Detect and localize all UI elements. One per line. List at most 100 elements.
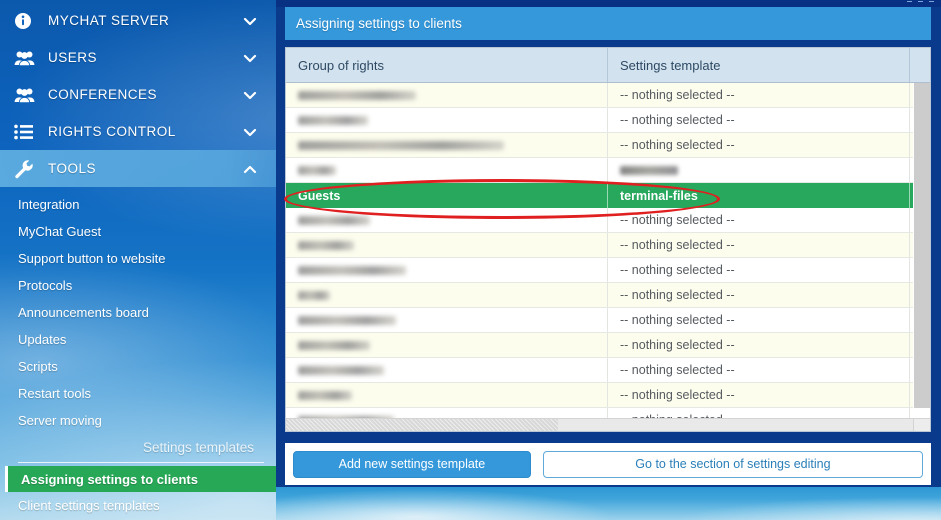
sidebar: MYCHAT SERVER USERS CONFERENCES RIGHTS C…	[0, 0, 276, 520]
sidebar-subitem-label: Announcements board	[18, 305, 149, 320]
sidebar-item-mychat-server[interactable]: MYCHAT SERVER	[0, 2, 276, 39]
table-row[interactable]: -- nothing selected --	[286, 333, 930, 358]
maximize-icon[interactable]	[918, 1, 923, 2]
sidebar-subitem-client-settings-templates[interactable]: Client settings templates	[0, 492, 276, 519]
column-header-settings-template[interactable]: Settings template	[608, 48, 910, 82]
cell-settings-template[interactable]: -- nothing selected --	[608, 233, 910, 257]
column-header-empty[interactable]	[910, 48, 930, 82]
window-controls[interactable]	[907, 1, 934, 2]
cell-settings-template[interactable]: -- nothing selected --	[608, 133, 910, 157]
sidebar-subitem-server-moving[interactable]: Server moving	[0, 407, 276, 434]
sidebar-subitem-label: Protocols	[18, 278, 73, 293]
table-row[interactable]	[286, 158, 930, 183]
users-group-icon	[14, 48, 38, 68]
sidebar-subitem-support-button[interactable]: Support button to website	[0, 245, 276, 272]
page-title-text: Assigning settings to clients	[296, 16, 462, 31]
redacted-text	[298, 115, 368, 125]
redacted-text	[298, 215, 370, 225]
list-icon	[14, 122, 38, 142]
cell-settings-template[interactable]: -- nothing selected --	[608, 258, 910, 282]
sidebar-subitem-scripts[interactable]: Scripts	[0, 353, 276, 380]
redacted-text	[298, 390, 352, 400]
sidebar-subitem-updates[interactable]: Updates	[0, 326, 276, 353]
table-row[interactable]: -- nothing selected --	[286, 283, 930, 308]
table-row[interactable]: -- nothing selected --	[286, 208, 930, 233]
cell-settings-template[interactable]: -- nothing selected --	[608, 358, 910, 382]
cell-settings-template[interactable]: -- nothing selected --	[608, 333, 910, 357]
sidebar-subitem-label: Client settings templates	[18, 498, 160, 513]
cell-group-of-rights	[286, 358, 608, 382]
chevron-up-icon[interactable]	[242, 161, 258, 177]
chevron-down-icon[interactable]	[242, 13, 258, 29]
sidebar-subitem-label: Restart tools	[18, 386, 91, 401]
cell-settings-template[interactable]: -- nothing selected --	[608, 108, 910, 132]
table-horizontal-scrollbar[interactable]	[286, 418, 930, 431]
cell-settings-template[interactable]: -- nothing selected --	[608, 208, 910, 232]
table-row[interactable]: -- nothing selected --	[286, 308, 930, 333]
assignments-table: Group of rights Settings template -- not…	[285, 47, 931, 432]
cell-settings-template[interactable]: -- nothing selected --	[608, 383, 910, 407]
sidebar-subitem-announcements-board[interactable]: Announcements board	[0, 299, 276, 326]
tools-submenu: Integration MyChat Guest Support button …	[0, 191, 276, 434]
cell-settings-template[interactable]: terminal-files	[608, 183, 910, 208]
table-vertical-scrollbar[interactable]	[913, 83, 930, 408]
sidebar-subitem-label: Server moving	[18, 413, 102, 428]
cell-group-of-rights: Guests	[286, 183, 608, 208]
go-to-settings-editing-button[interactable]: Go to the section of settings editing	[542, 450, 923, 478]
cell-settings-template[interactable]: -- nothing selected --	[608, 308, 910, 332]
sidebar-item-conferences[interactable]: CONFERENCES	[0, 76, 276, 113]
cell-group-of-rights	[286, 108, 608, 132]
redacted-text	[298, 340, 370, 350]
close-icon[interactable]	[929, 1, 934, 2]
cell-group-of-rights	[286, 258, 608, 282]
sidebar-divider	[18, 462, 264, 463]
sidebar-item-rights-control[interactable]: RIGHTS CONTROL	[0, 113, 276, 150]
chevron-down-icon[interactable]	[242, 124, 258, 140]
cell-settings-template[interactable]: -- nothing selected --	[608, 283, 910, 307]
sidebar-nav: MYCHAT SERVER USERS CONFERENCES RIGHTS C…	[0, 0, 276, 187]
add-new-settings-template-button[interactable]: Add new settings template	[293, 450, 531, 478]
redacted-text	[298, 315, 396, 325]
sidebar-subitem-mychat-guest[interactable]: MyChat Guest	[0, 218, 276, 245]
sidebar-subitem-integration[interactable]: Integration	[0, 191, 276, 218]
sidebar-item-users[interactable]: USERS	[0, 39, 276, 76]
cell-group-of-rights	[286, 133, 608, 157]
table-header-row: Group of rights Settings template	[286, 48, 930, 83]
chevron-down-icon[interactable]	[242, 50, 258, 66]
table-row[interactable]: -- nothing selected --	[286, 133, 930, 158]
cell-settings-template[interactable]: -- nothing selected --	[608, 83, 910, 107]
cell-group-of-rights	[286, 158, 608, 182]
sidebar-section-settings-templates: Settings templates	[142, 439, 254, 455]
redacted-text	[298, 265, 406, 275]
scrollbar-thumb[interactable]	[286, 419, 558, 431]
cell-group-of-rights	[286, 283, 608, 307]
sidebar-subitem-protocols[interactable]: Protocols	[0, 272, 276, 299]
redacted-text	[298, 290, 330, 300]
info-circle-icon	[14, 11, 38, 31]
table-row[interactable]: -- nothing selected --	[286, 233, 930, 258]
redacted-text	[298, 240, 354, 250]
sidebar-subitem-assigning-settings-to-clients[interactable]: Assigning settings to clients	[5, 466, 276, 492]
table-row[interactable]: -- nothing selected --	[286, 258, 930, 283]
redacted-text	[298, 365, 384, 375]
table-row[interactable]: -- nothing selected --	[286, 108, 930, 133]
minimize-icon[interactable]	[907, 1, 912, 2]
cell-settings-template[interactable]	[608, 158, 910, 182]
cell-group-of-rights	[286, 208, 608, 232]
action-button-bar: Add new settings template Go to the sect…	[285, 443, 931, 485]
cell-group-of-rights	[286, 308, 608, 332]
chevron-down-icon[interactable]	[242, 87, 258, 103]
table-row[interactable]: -- nothing selected --	[286, 358, 930, 383]
sidebar-item-label: USERS	[48, 50, 98, 65]
column-header-group-of-rights[interactable]: Group of rights	[286, 48, 608, 82]
sidebar-subitem-label: Scripts	[18, 359, 58, 374]
sidebar-item-label: MYCHAT SERVER	[48, 13, 170, 28]
table-row[interactable]: -- nothing selected --	[286, 83, 930, 108]
table-row[interactable]: Guests terminal-files	[286, 183, 930, 208]
scrollbar-corner	[913, 418, 930, 431]
sidebar-item-label: RIGHTS CONTROL	[48, 124, 176, 139]
redacted-text	[298, 140, 504, 150]
sidebar-subitem-restart-tools[interactable]: Restart tools	[0, 380, 276, 407]
table-row[interactable]: -- nothing selected --	[286, 383, 930, 408]
sidebar-item-tools[interactable]: TOOLS	[0, 150, 276, 187]
